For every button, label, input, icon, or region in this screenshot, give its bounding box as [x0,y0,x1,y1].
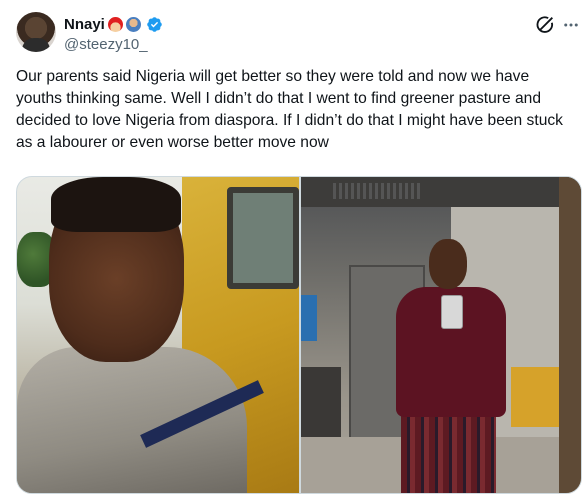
author-avatar[interactable] [16,12,56,52]
more-horizontal-icon[interactable] [562,14,580,36]
post-text: Our parents said Nigeria will get better… [16,68,563,151]
author-display-name[interactable]: Nnayi [64,16,105,33]
name-row: Nnayi [64,14,163,34]
media-grid [16,176,582,494]
author-handle[interactable]: @steezy10_ [64,36,163,53]
photo-hotel-mirror-selfie[interactable] [301,177,581,493]
verified-badge-icon[interactable] [146,16,163,33]
photo-labourer[interactable] [17,177,299,493]
santa-emoji-icon [107,16,123,32]
person-emoji-icon [125,16,141,32]
grok-icon[interactable] [534,14,556,36]
post-header: Nnayi @steezy10_ [64,14,163,54]
